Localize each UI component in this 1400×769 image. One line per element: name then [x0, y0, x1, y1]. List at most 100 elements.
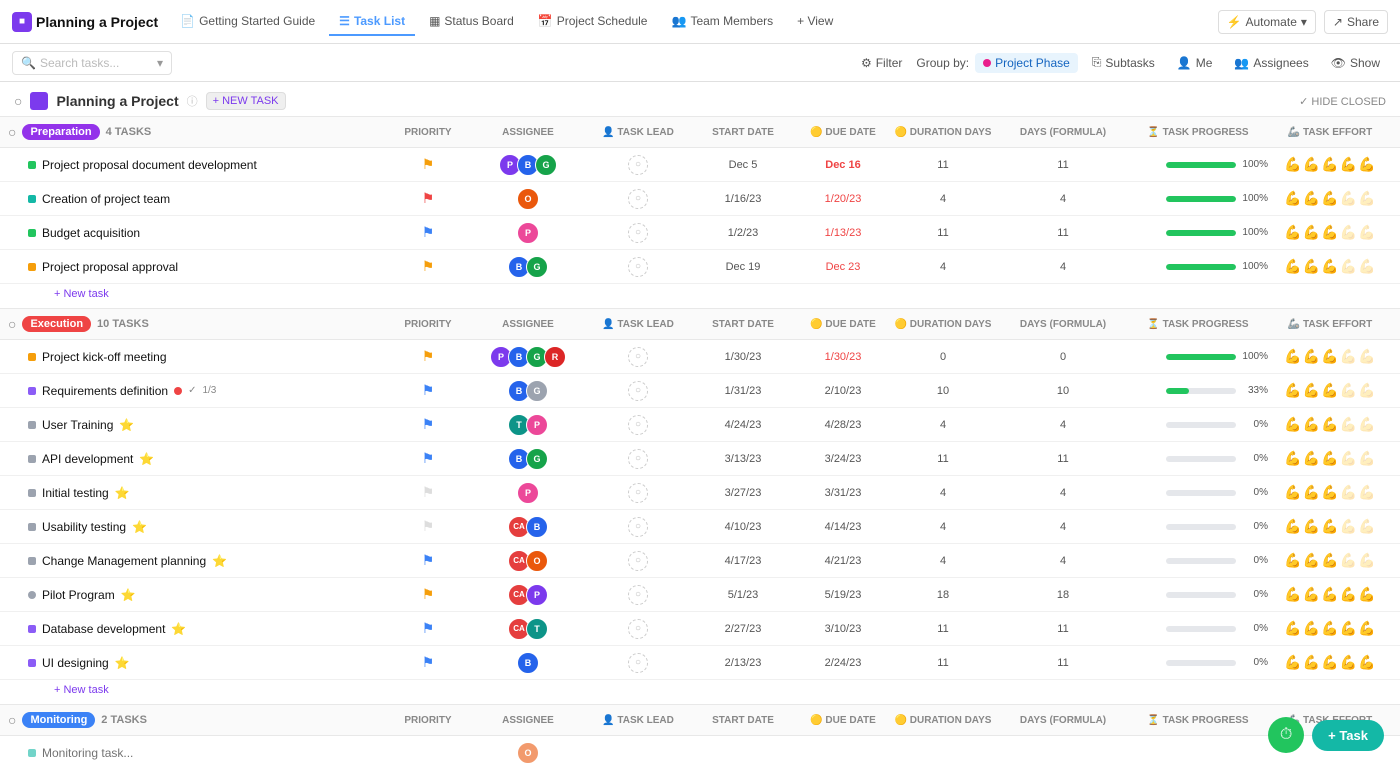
preparation-new-task-button[interactable]: + New task — [0, 284, 1400, 304]
task-name[interactable]: Database development — [42, 622, 165, 636]
execution-collapse-button[interactable]: ○ — [8, 316, 16, 332]
add-task-fab-button[interactable]: + Task — [1312, 720, 1384, 751]
task-lead[interactable]: ○ — [588, 551, 688, 571]
execution-new-task-button[interactable]: + New task — [0, 680, 1400, 700]
task-lead[interactable]: ○ — [588, 585, 688, 605]
project-collapse-button[interactable]: ○ — [14, 93, 22, 109]
task-assignees[interactable]: B G — [468, 256, 588, 278]
show-button[interactable]: 👁 Show — [1323, 53, 1388, 73]
task-lead[interactable]: ○ — [588, 189, 688, 209]
progress-bar — [1166, 592, 1236, 598]
task-effort: 💪💪💪💪💪 — [1268, 416, 1392, 433]
lead-placeholder-icon: ○ — [628, 155, 648, 175]
task-name[interactable]: Requirements definition — [42, 384, 168, 398]
share-button[interactable]: ↗ Share — [1324, 10, 1388, 34]
progress-percent: 100% — [1240, 193, 1268, 204]
new-task-header-button[interactable]: + NEW TASK — [206, 92, 286, 110]
task-assignees[interactable]: B G — [468, 380, 588, 402]
task-lead[interactable]: ○ — [588, 347, 688, 367]
task-name[interactable]: Budget acquisition — [42, 226, 140, 240]
task-name[interactable]: Change Management planning — [42, 554, 206, 568]
task-assignees[interactable]: P B G R — [468, 346, 588, 368]
task-name[interactable]: UI designing — [42, 656, 109, 670]
progress-percent: 33% — [1240, 385, 1268, 396]
tab-project-schedule[interactable]: 📅 Project Schedule — [528, 8, 658, 36]
preparation-collapse-button[interactable]: ○ — [8, 124, 16, 140]
task-priority[interactable]: ⚑ — [388, 518, 468, 535]
progress-percent: 100% — [1240, 261, 1268, 272]
task-lead[interactable]: ○ — [588, 381, 688, 401]
me-button[interactable]: 👤 Me — [1169, 53, 1221, 73]
task-priority[interactable]: ⚑ — [388, 552, 468, 569]
task-assignees[interactable]: O — [468, 188, 588, 210]
task-priority[interactable]: ⚑ — [388, 654, 468, 671]
task-name[interactable]: API development — [42, 452, 133, 466]
timer-fab-button[interactable]: ⏱ — [1268, 717, 1304, 753]
task-lead[interactable]: ○ — [588, 257, 688, 277]
task-name[interactable]: Pilot Program — [42, 588, 115, 602]
task-name[interactable]: Usability testing — [42, 520, 126, 534]
task-name[interactable]: Creation of project team — [42, 192, 170, 206]
search-box[interactable]: 🔍 Search tasks... ▾ — [12, 51, 172, 75]
tab-getting-started[interactable]: 📄 Getting Started Guide — [170, 8, 325, 36]
monitoring-collapse-button[interactable]: ○ — [8, 712, 16, 728]
task-lead[interactable]: ○ — [588, 653, 688, 673]
task-lead[interactable]: ○ — [588, 223, 688, 243]
task-priority[interactable]: ⚑ — [388, 258, 468, 275]
tab-add-view[interactable]: + View — [787, 8, 843, 36]
task-priority[interactable]: ⚑ — [388, 156, 468, 173]
task-name[interactable]: Initial testing — [42, 486, 109, 500]
col-task-progress: ⏳ TASK PROGRESS — [1128, 127, 1268, 138]
due-date: 5/19/23 — [798, 589, 888, 601]
task-assignees[interactable]: P — [468, 482, 588, 504]
task-lead[interactable]: ○ — [588, 619, 688, 639]
task-effort: 💪💪💪💪💪 — [1268, 156, 1392, 173]
task-name[interactable]: Project kick-off meeting — [42, 350, 167, 364]
task-lead[interactable]: ○ — [588, 449, 688, 469]
col-task-progress-mon: ⏳ TASK PROGRESS — [1128, 715, 1268, 726]
task-assignees[interactable]: P B G — [468, 154, 588, 176]
hide-closed-button[interactable]: ✓ HIDE CLOSED — [1299, 95, 1386, 108]
task-priority[interactable]: ⚑ — [388, 348, 468, 365]
task-priority[interactable]: ⚑ — [388, 450, 468, 467]
progress-bar — [1166, 162, 1236, 168]
task-assignees[interactable]: T P — [468, 414, 588, 436]
task-lead[interactable]: ○ — [588, 483, 688, 503]
subtasks-button[interactable]: ⎘ Subtasks — [1084, 52, 1163, 73]
task-color-dot — [28, 455, 36, 463]
tab-task-list[interactable]: ☰ Task List — [329, 8, 415, 36]
task-name[interactable]: Monitoring task... — [42, 746, 133, 760]
task-lead[interactable]: ○ — [588, 517, 688, 537]
task-color-dot — [28, 659, 36, 667]
task-priority[interactable]: ⚑ — [388, 484, 468, 501]
task-assignees[interactable]: CA P — [468, 584, 588, 606]
tab-status-board[interactable]: ▦ Status Board — [419, 8, 524, 36]
task-assignees[interactable]: CA B — [468, 516, 588, 538]
task-name[interactable]: Project proposal approval — [42, 260, 178, 274]
task-priority[interactable]: ⚑ — [388, 620, 468, 637]
task-name[interactable]: Project proposal document development — [42, 158, 257, 172]
share-icon: ↗ — [1333, 15, 1343, 29]
col-assignee: ASSIGNEE — [468, 127, 588, 138]
tab-team-members[interactable]: 👥 Team Members — [661, 8, 783, 36]
automate-button[interactable]: ⚡ Automate ▾ — [1218, 10, 1316, 34]
task-priority[interactable]: ⚑ — [388, 190, 468, 207]
task-assignees[interactable]: B — [468, 652, 588, 674]
filter-button[interactable]: ⚙ Filter — [853, 53, 910, 73]
task-assignees[interactable]: P — [468, 222, 588, 244]
task-priority[interactable]: ⚑ — [388, 382, 468, 399]
preparation-badge: Preparation — [22, 124, 99, 140]
task-assignees[interactable]: O — [468, 742, 588, 764]
task-priority[interactable]: ⚑ — [388, 224, 468, 241]
assignees-button[interactable]: 👥 Assignees — [1226, 53, 1316, 73]
task-assignees[interactable]: B G — [468, 448, 588, 470]
task-lead[interactable]: ○ — [588, 155, 688, 175]
task-assignees[interactable]: CA O — [468, 550, 588, 572]
task-name[interactable]: User Training — [42, 418, 113, 432]
task-priority[interactable]: ⚑ — [388, 416, 468, 433]
task-priority[interactable]: ⚑ — [388, 586, 468, 603]
group-by-button[interactable]: Project Phase — [975, 53, 1078, 73]
task-assignees[interactable]: CA T — [468, 618, 588, 640]
progress-percent: 0% — [1240, 657, 1268, 668]
task-lead[interactable]: ○ — [588, 415, 688, 435]
